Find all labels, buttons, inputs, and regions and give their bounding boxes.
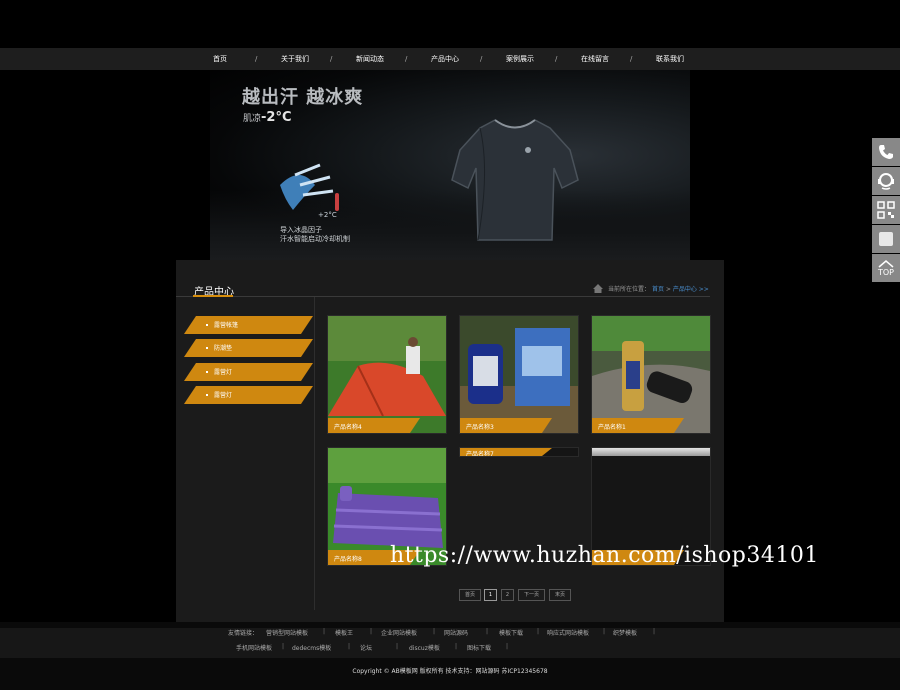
sidebar-item-lamps[interactable]: 露营灯 — [184, 363, 313, 381]
watermark-text: https://www.huzhan.com/ishop34101 — [390, 543, 819, 568]
bullet-icon — [206, 347, 208, 349]
footer-link[interactable]: 企业网站模板 — [381, 628, 417, 637]
sidebar-item-tents[interactable]: 露营帐篷 — [184, 316, 313, 334]
banner-temp-value: -2°C — [261, 110, 292, 125]
sidebar-item-mats[interactable]: 防潮垫 — [184, 339, 313, 357]
hero-banner — [0, 70, 900, 260]
sidebar-item-label: 露营帐篷 — [214, 322, 239, 329]
product-name: 产品名称4 — [334, 424, 362, 431]
banner-temp-label: 肌凉 — [243, 114, 262, 124]
nav-item-products[interactable]: 产品中心 — [431, 48, 459, 70]
footer-link[interactable]: 论坛 — [360, 643, 372, 652]
breadcrumb-prefix: 当前所在位置： — [608, 286, 651, 293]
main-nav: 首页 / 关于我们 / 新闻动态 / 产品中心 / 案例展示 / 在线留言 / … — [0, 48, 900, 70]
sidebar-item-label: 露营灯 — [214, 392, 233, 399]
product-card[interactable]: 产品名称1 — [591, 315, 711, 434]
nav-separator: / — [555, 55, 558, 63]
footer-link[interactable]: 图标下载 — [467, 643, 491, 652]
bullet-icon — [206, 371, 208, 373]
nav-item-cases[interactable]: 案例展示 — [506, 48, 534, 70]
back-to-top-button[interactable]: TOP — [872, 254, 900, 282]
breadcrumb: 当前所在位置： 首页 > 产品中心 >> — [594, 284, 709, 293]
breadcrumb-home[interactable]: 首页 — [652, 286, 664, 293]
sidebar-item-label: 防潮垫 — [214, 345, 233, 352]
sidebar-item-lamps-2[interactable]: 露营灯 — [184, 386, 313, 404]
banner-caption-2: 汗水智能启动冷却机制 — [280, 235, 350, 243]
service-icon — [878, 173, 894, 190]
nav-item-home[interactable]: 首页 — [213, 48, 227, 70]
breadcrumb-separator: > — [665, 286, 671, 293]
sidebar-item-label: 露营灯 — [214, 369, 233, 376]
pagination-page-1[interactable]: 1 — [484, 589, 497, 601]
tent-image — [328, 316, 446, 433]
top-strip — [0, 0, 900, 48]
breadcrumb-current[interactable]: 产品中心 >> — [673, 286, 709, 293]
flashlight-image — [592, 316, 710, 433]
nav-separator: / — [405, 55, 408, 63]
pagination-page-2[interactable]: 2 — [501, 589, 514, 601]
chevron-up-icon — [878, 259, 894, 268]
nav-item-news[interactable]: 新闻动态 — [356, 48, 384, 70]
tshirt-image — [451, 119, 579, 241]
banner-headline: 越出汗 越冰爽 — [242, 87, 364, 108]
product-name: 产品名称7 — [466, 451, 494, 457]
nav-item-about[interactable]: 关于我们 — [281, 48, 309, 70]
top-label: TOP — [877, 267, 894, 277]
pagination-first[interactable]: 首页 — [459, 589, 481, 601]
lantern-image — [460, 316, 578, 433]
copyright: Copyright © AB模板网 版权所有 技术支持：网站源码 苏ICP123… — [352, 668, 548, 675]
float-message-button[interactable] — [872, 225, 900, 253]
product-card[interactable]: 产品名称7 — [459, 447, 579, 457]
bullet-icon — [206, 324, 208, 326]
footer-link[interactable]: discuz模板 — [409, 643, 440, 652]
float-service-button[interactable] — [872, 167, 900, 195]
footer-link[interactable]: 模板王 — [335, 628, 353, 637]
footer-link[interactable]: 织梦模板 — [613, 628, 637, 637]
pagination-next[interactable]: 下一页 — [518, 589, 545, 601]
bullet-icon — [206, 394, 208, 396]
footer-link[interactable]: 营销型网站模板 — [266, 628, 308, 637]
nav-separator: / — [480, 55, 483, 63]
product-name: 产品名称8 — [334, 556, 362, 563]
footer-link[interactable]: dedecms模板 — [292, 643, 331, 652]
footer-link[interactable]: 模板下载 — [499, 628, 523, 637]
product-image-placeholder — [592, 448, 710, 456]
pagination-last[interactable]: 末页 — [549, 589, 571, 601]
product-card[interactable]: 产品名称4 — [327, 315, 447, 434]
nav-separator: / — [630, 55, 633, 63]
footer-link[interactable]: 网站源码 — [444, 628, 468, 637]
banner-icon-temp: +2°C — [318, 211, 337, 219]
footer-link[interactable]: 手机网站模板 — [236, 643, 272, 652]
product-name: 产品名称3 — [466, 424, 494, 431]
friend-links-label: 友情链接： — [228, 630, 259, 637]
nav-item-contact[interactable]: 联系我们 — [656, 48, 684, 70]
banner-temperature: 肌凉-2°C — [243, 110, 292, 125]
product-card[interactable]: 产品名称3 — [459, 315, 579, 434]
product-name: 产品名称1 — [598, 424, 626, 431]
message-icon — [879, 232, 893, 246]
float-qrcode-button[interactable] — [872, 196, 900, 224]
qrcode-icon — [877, 201, 895, 219]
nav-separator: / — [330, 55, 333, 63]
phone-icon — [879, 145, 893, 159]
nav-separator: / — [255, 55, 258, 63]
footer-link[interactable]: 响应式网站模板 — [547, 628, 589, 637]
float-phone-button[interactable] — [872, 138, 900, 166]
nav-item-guestbook[interactable]: 在线留言 — [581, 48, 609, 70]
